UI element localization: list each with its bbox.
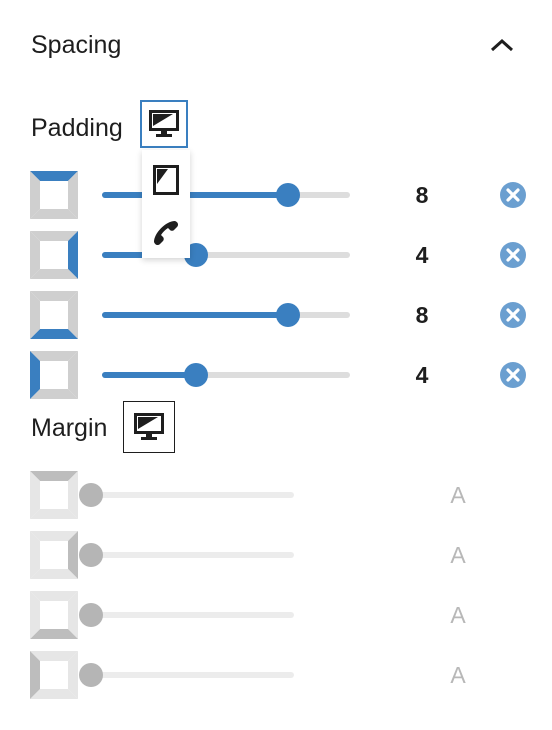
slider-track [91,672,294,678]
margin-bottom-slider[interactable] [79,603,294,627]
padding-right-slider[interactable] [102,243,350,267]
mobile-phone-icon [154,221,179,246]
top-side-icon [30,471,78,519]
dropdown-item-tablet[interactable] [142,155,190,205]
right-side-icon [30,231,78,279]
padding-top-value[interactable]: 8 [400,180,444,210]
top-side-icon [30,171,78,219]
left-side-icon [30,651,78,699]
margin-row-top: A [0,471,552,531]
margin-row-right: A [0,531,552,591]
padding-row-top: 8 [0,171,552,231]
reset-x-icon [500,182,526,208]
margin-row-bottom: A [0,591,552,651]
slider-track [91,612,294,618]
slider-thumb[interactable] [276,303,300,327]
padding-top-slider[interactable] [102,183,350,207]
slider-thumb[interactable] [276,183,300,207]
margin-row-left: A [0,651,552,711]
margin-right-slider[interactable] [79,543,294,567]
right-side-icon [30,531,78,579]
reset-x-icon [500,302,526,328]
dropdown-item-mobile[interactable] [142,208,190,258]
reset-x-icon [500,362,526,388]
chevron-up-icon [490,38,514,52]
padding-device-button[interactable] [140,100,188,148]
padding-row-right: 4 [0,231,552,291]
slider-thumb[interactable] [184,363,209,387]
padding-bottom-value[interactable]: 8 [400,300,444,330]
margin-device-button[interactable] [123,401,175,453]
slider-thumb[interactable] [79,543,103,567]
reset-x-icon [500,242,526,268]
desktop-icon [134,413,164,440]
padding-bottom-reset-button[interactable] [498,300,528,330]
slider-fill [102,372,197,378]
collapse-button[interactable] [484,28,520,64]
slider-fill [102,312,288,318]
padding-bottom-slider[interactable] [102,303,350,327]
padding-row-left: 4 [0,351,552,411]
padding-label: Padding [31,114,123,142]
spacing-panel-header: Spacing [0,0,552,90]
panel-title: Spacing [31,31,122,59]
margin-label: Margin [31,414,108,442]
padding-right-reset-button[interactable] [498,240,528,270]
slider-thumb[interactable] [79,483,103,507]
margin-right-value[interactable]: A [436,540,480,570]
padding-left-reset-button[interactable] [498,360,528,390]
padding-right-value[interactable]: 4 [400,240,444,270]
slider-fill [102,192,288,198]
margin-bottom-value[interactable]: A [436,600,480,630]
padding-row-bottom: 8 [0,291,552,351]
margin-left-slider[interactable] [79,663,294,687]
slider-thumb[interactable] [79,603,103,627]
slider-track [91,552,294,558]
device-dropdown-menu [142,150,190,258]
bottom-side-icon [30,291,78,339]
padding-top-reset-button[interactable] [498,180,528,210]
slider-thumb[interactable] [79,663,103,687]
margin-top-value[interactable]: A [436,480,480,510]
slider-track [91,492,294,498]
bottom-side-icon [30,591,78,639]
padding-left-value[interactable]: 4 [400,360,444,390]
padding-left-slider[interactable] [102,363,350,387]
desktop-icon [149,110,179,137]
margin-top-slider[interactable] [79,483,294,507]
tablet-icon [153,165,179,195]
margin-left-value[interactable]: A [436,660,480,690]
left-side-icon [30,351,78,399]
